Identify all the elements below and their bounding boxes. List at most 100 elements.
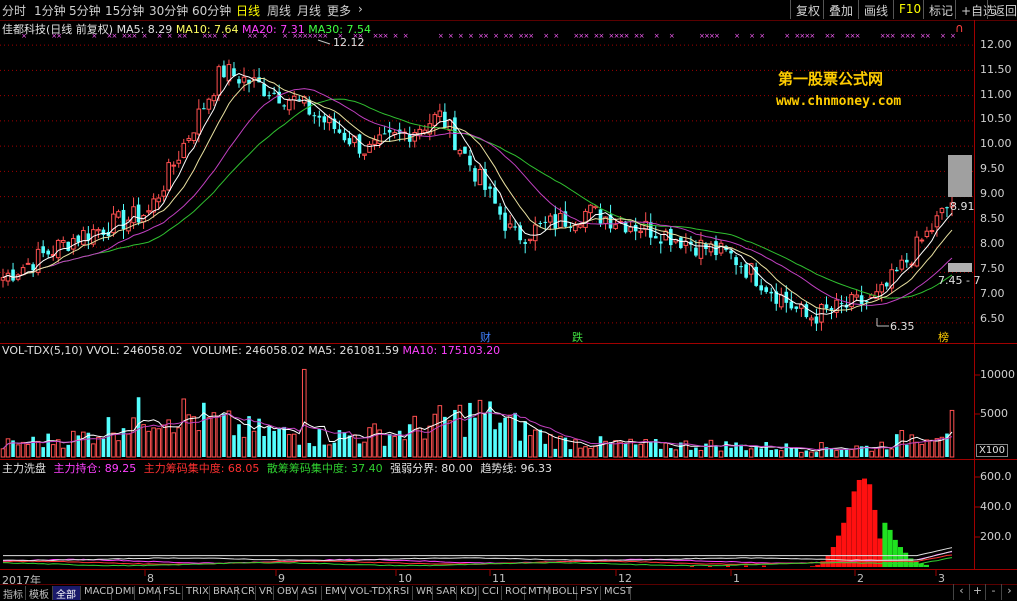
candlestick bbox=[463, 146, 467, 154]
event-marker-bang[interactable]: 榜 bbox=[938, 329, 949, 345]
volume-bar bbox=[724, 441, 728, 457]
tab-cci[interactable]: CCI bbox=[479, 586, 502, 600]
candlestick bbox=[598, 203, 603, 227]
fuquan-button[interactable]: 复权 bbox=[790, 0, 823, 19]
period-tab-60min[interactable]: 60分钟 bbox=[192, 2, 231, 19]
volume-bar bbox=[453, 409, 457, 457]
tab-psy[interactable]: PSY bbox=[577, 586, 601, 600]
overlay-button[interactable]: 叠加 bbox=[823, 0, 858, 19]
candlestick bbox=[468, 149, 472, 172]
volume-bar bbox=[914, 441, 920, 458]
tab-obv[interactable]: OBV bbox=[274, 586, 298, 600]
mark-button[interactable]: 标记 bbox=[923, 0, 955, 19]
candlestick bbox=[638, 224, 643, 239]
volume-bar bbox=[297, 444, 302, 457]
candlestick bbox=[121, 204, 126, 239]
tab-emv[interactable]: EMV bbox=[322, 586, 347, 600]
volume-bar bbox=[498, 422, 502, 457]
signal-x-marker: × bbox=[855, 32, 861, 40]
volume-bar bbox=[613, 440, 618, 458]
more-arrow-icon[interactable]: › bbox=[358, 2, 363, 16]
volume-bar bbox=[347, 435, 352, 457]
tab-cr[interactable]: CR bbox=[238, 586, 256, 600]
period-tab-5min[interactable]: 5分钟 bbox=[69, 2, 101, 19]
scroll-right-button[interactable]: › bbox=[1001, 584, 1017, 600]
period-tab-15min[interactable]: 15分钟 bbox=[105, 2, 144, 19]
candlestick bbox=[708, 241, 714, 257]
volume-bar bbox=[869, 450, 874, 458]
signal-x-marker: × bbox=[669, 32, 675, 40]
f10-button[interactable]: F10 bbox=[893, 0, 923, 19]
candlestick bbox=[322, 112, 327, 130]
tab-macd[interactable]: MACD bbox=[81, 586, 114, 600]
period-tab-monthly[interactable]: 月线 bbox=[297, 2, 321, 19]
signal-x-marker: × bbox=[829, 32, 835, 40]
signal-x-marker: × bbox=[940, 32, 946, 40]
volume-bar bbox=[689, 449, 693, 457]
candlestick bbox=[60, 236, 66, 248]
tab-wr[interactable]: WR bbox=[413, 586, 433, 600]
tab-brar[interactable]: BRAR bbox=[210, 586, 240, 600]
period-tab-daily[interactable]: 日线 bbox=[236, 2, 260, 19]
tab-vol-tdx[interactable]: VOL-TDX bbox=[346, 586, 392, 600]
tab-template[interactable]: 模板 bbox=[26, 586, 53, 601]
tab-kdj[interactable]: KDJ bbox=[457, 586, 479, 600]
period-tab-weekly[interactable]: 周线 bbox=[267, 2, 291, 19]
add-watchlist-button[interactable]: +自选 bbox=[955, 0, 995, 19]
volume-unit-badge: X100 bbox=[976, 444, 1008, 457]
volume-bar bbox=[698, 449, 704, 458]
candlestick bbox=[46, 248, 50, 258]
indicator-tick: 600.0 bbox=[980, 470, 1012, 483]
volume-bar bbox=[312, 446, 317, 457]
scroll-left-button[interactable]: ‹ bbox=[953, 584, 969, 600]
volume-bar bbox=[226, 410, 232, 458]
event-marker-cai[interactable]: 财 bbox=[480, 329, 491, 345]
signal-x-marker: × bbox=[508, 32, 514, 40]
tab-fsl[interactable]: FSL bbox=[160, 586, 183, 600]
volume-bar bbox=[181, 398, 187, 458]
volume-bar bbox=[357, 443, 362, 457]
main-concentration-bar bbox=[815, 564, 821, 567]
main-concentration-bar bbox=[810, 566, 815, 567]
tab-dmi[interactable]: DMI bbox=[112, 586, 135, 600]
price-tick: 9.50 bbox=[980, 162, 1005, 175]
candlestick bbox=[814, 308, 819, 331]
candlestick bbox=[804, 301, 809, 319]
tab-indicator[interactable]: 指标 bbox=[0, 586, 26, 601]
zoom-out-button[interactable]: - bbox=[985, 584, 1001, 600]
period-tab-30min[interactable]: 30分钟 bbox=[149, 2, 188, 19]
candlestick bbox=[457, 148, 463, 157]
volume-bar bbox=[25, 444, 31, 458]
tab-asi[interactable]: ASI bbox=[298, 586, 322, 600]
price-tick: 12.00 bbox=[980, 38, 1012, 51]
tab-mcst[interactable]: MCST bbox=[601, 586, 632, 600]
period-tab-1min[interactable]: 1分钟 bbox=[34, 2, 66, 19]
candlestick bbox=[718, 239, 724, 256]
tab-trix[interactable]: TRIX bbox=[183, 586, 210, 600]
candlestick bbox=[778, 287, 784, 310]
tab-sar[interactable]: SAR bbox=[433, 586, 457, 600]
signal-x-marker: × bbox=[528, 32, 534, 40]
candlestick bbox=[342, 128, 347, 143]
volume-bar bbox=[443, 416, 447, 457]
indicator-name[interactable]: 主力洗盘 bbox=[2, 462, 46, 475]
tab-rsi[interactable]: RSI bbox=[390, 586, 413, 600]
draw-line-button[interactable]: 画线 bbox=[858, 0, 893, 19]
tab-roc[interactable]: ROC bbox=[502, 586, 527, 600]
candlestick bbox=[312, 112, 317, 124]
period-tab-fenshi[interactable]: 分时 bbox=[2, 2, 26, 19]
volume-bar bbox=[257, 418, 261, 457]
period-tab-more[interactable]: 更多 bbox=[327, 2, 351, 19]
volume-bar bbox=[262, 435, 266, 457]
back-button[interactable]: 返回 bbox=[987, 0, 1017, 19]
tab-all[interactable]: 全部 bbox=[53, 586, 81, 601]
event-marker-die[interactable]: 跌 bbox=[572, 329, 583, 345]
candlestick bbox=[734, 254, 738, 275]
tab-boll[interactable]: BOLL bbox=[549, 586, 578, 600]
volume-indicator-name[interactable]: VOL-TDX(5,10) bbox=[2, 344, 83, 357]
tab-mtm[interactable]: MTM bbox=[525, 586, 551, 600]
zoom-in-button[interactable]: + bbox=[969, 584, 985, 600]
volume-bar bbox=[342, 432, 347, 457]
tab-dma[interactable]: DMA bbox=[135, 586, 161, 600]
tab-vr[interactable]: VR bbox=[256, 586, 274, 600]
